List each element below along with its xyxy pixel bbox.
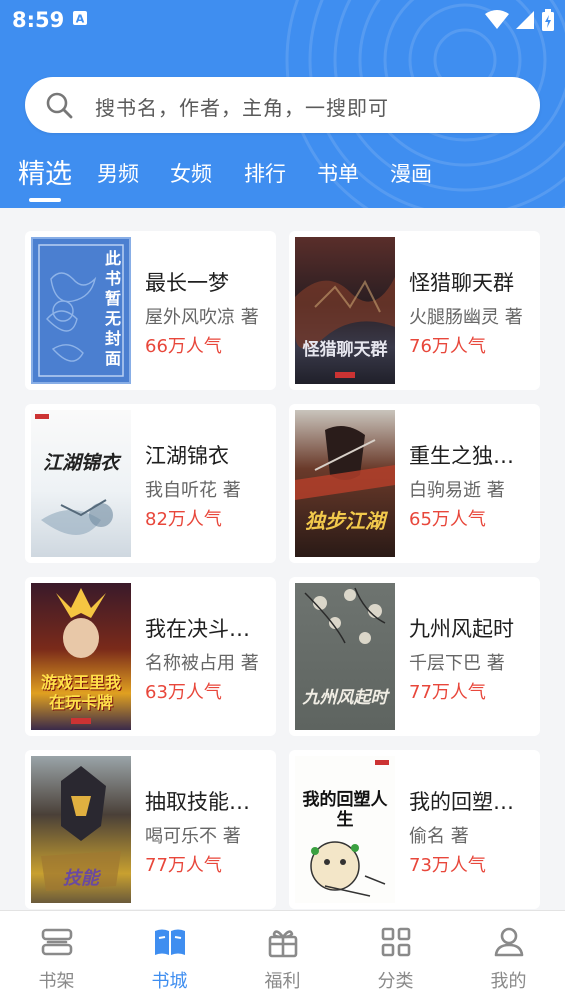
cover-title: 独步江湖: [305, 509, 385, 533]
book-card[interactable]: 我的回塑人生 我的回塑人… 偷名 著 73万人气: [289, 750, 540, 909]
battery-icon: [542, 9, 554, 31]
status-time: 8:59: [12, 8, 65, 32]
book-author: 屋外风吹凉 著: [145, 307, 259, 328]
grid-icon: [381, 927, 411, 957]
cover-title: 此书暂无封面: [105, 249, 122, 368]
cover-art: [35, 414, 113, 535]
wifi-icon: [485, 10, 509, 29]
book-popularity: 76万人气: [409, 336, 486, 357]
bookshelf-icon: [41, 928, 73, 956]
tab-comics[interactable]: 漫画: [390, 158, 432, 188]
cover-art: [295, 277, 395, 378]
search-bar[interactable]: 搜书名，作者，主角，一搜即可: [25, 77, 540, 133]
nav-welfare[interactable]: 福利: [226, 911, 339, 1005]
cover-title: 怪猎聊天群: [302, 340, 388, 360]
book-popularity: 77万人气: [145, 855, 222, 876]
book-grid: 此书暂无封面 最长一梦 屋外风吹凉 著 66万人气 怪猎聊天群 怪猎聊天群 火腿…: [0, 208, 565, 910]
nav-profile[interactable]: 我的: [452, 911, 565, 1005]
book-cover: 怪猎聊天群: [295, 237, 395, 384]
book-card[interactable]: 江湖锦衣 江湖锦衣 我自听花 著 82万人气: [25, 404, 276, 563]
book-title: 九州风起时: [409, 617, 514, 641]
book-card[interactable]: 独步江湖 重生之独步… 白驹易逝 著 65万人气: [289, 404, 540, 563]
book-cover: 独步江湖: [295, 410, 395, 557]
book-cover: 此书暂无封面: [31, 237, 131, 384]
bottom-nav: 书架 书城 福利 分类 我的: [0, 910, 565, 1005]
book-open-icon: [155, 929, 185, 955]
search-placeholder[interactable]: 搜书名，作者，主角，一搜即可: [95, 92, 389, 121]
status-bar: 8:59 A: [0, 0, 565, 40]
book-title: 我在决斗都…: [145, 617, 269, 641]
book-title: 最长一梦: [145, 271, 229, 295]
book-title: 抽取技能，…: [145, 790, 269, 814]
cover-art: [295, 426, 395, 500]
book-author: 喝可乐不 著: [145, 826, 241, 847]
book-author: 千层下巴 著: [409, 653, 505, 674]
book-author: 白驹易逝 著: [409, 480, 505, 501]
book-cover: 游戏王里我在玩卡牌: [31, 583, 131, 730]
cover-title: 我的回塑人生: [302, 790, 388, 830]
book-title: 重生之独步…: [409, 444, 533, 468]
nav-label: 我的: [490, 971, 527, 992]
cover-title: 江湖锦衣: [42, 452, 119, 474]
tab-ranking[interactable]: 排行: [244, 158, 286, 188]
gift-icon: [268, 930, 298, 958]
sim-icon: A: [73, 11, 87, 26]
book-popularity: 63万人气: [145, 682, 222, 703]
tab-indicator: [29, 198, 61, 202]
user-icon: [494, 927, 524, 957]
book-title: 江湖锦衣: [145, 444, 229, 468]
book-cover: 九州风起时: [295, 583, 395, 730]
cover-title: 游戏王里我在玩卡牌: [40, 673, 121, 712]
book-card[interactable]: 此书暂无封面 最长一梦 屋外风吹凉 著 66万人气: [25, 231, 276, 390]
cover-title: 九州风起时: [302, 688, 388, 708]
book-card[interactable]: 技能 抽取技能，… 喝可乐不 著 77万人气: [25, 750, 276, 909]
book-popularity: 77万人气: [409, 682, 486, 703]
tab-featured[interactable]: 精选: [18, 152, 72, 191]
nav-label: 书架: [38, 971, 75, 992]
nav-bookstore[interactable]: 书城: [113, 911, 226, 1005]
signal-icon: [516, 11, 534, 29]
cover-title: 技能: [63, 868, 99, 889]
nav-bookshelf[interactable]: 书架: [0, 911, 113, 1005]
svg-text:A: A: [76, 13, 85, 26]
tab-male[interactable]: 男频: [97, 158, 139, 188]
category-tabs: 精选 男频 女频 排行 书单 漫画: [0, 150, 565, 208]
book-author: 偷名 著: [409, 826, 469, 847]
header: 8:59 A 搜书名，作者，主角，一搜即可 精选 男频 女频 排行 书单 漫画: [0, 0, 565, 208]
book-title: 我的回塑人…: [409, 790, 533, 814]
book-popularity: 66万人气: [145, 336, 222, 357]
book-popularity: 82万人气: [145, 509, 222, 530]
book-cover: 我的回塑人生: [295, 756, 395, 903]
nav-label: 分类: [377, 971, 414, 992]
tab-booklist[interactable]: 书单: [317, 158, 359, 188]
book-title: 怪猎聊天群: [409, 271, 514, 295]
book-popularity: 65万人气: [409, 509, 486, 530]
book-card[interactable]: 怪猎聊天群 怪猎聊天群 火腿肠幽灵 著 76万人气: [289, 231, 540, 390]
book-author: 火腿肠幽灵 著: [409, 307, 523, 328]
book-author: 我自听花 著: [145, 480, 241, 501]
nav-category[interactable]: 分类: [339, 911, 452, 1005]
book-author: 名称被占用 著: [145, 653, 259, 674]
nav-label: 书城: [151, 971, 188, 992]
book-card[interactable]: 九州风起时 九州风起时 千层下巴 著 77万人气: [289, 577, 540, 736]
search-icon: [46, 92, 73, 119]
book-popularity: 73万人气: [409, 855, 486, 876]
nav-label: 福利: [264, 971, 301, 992]
tab-female[interactable]: 女频: [170, 158, 212, 188]
book-card[interactable]: 游戏王里我在玩卡牌 我在决斗都… 名称被占用 著 63万人气: [25, 577, 276, 736]
book-cover: 技能: [31, 756, 131, 903]
book-cover: 江湖锦衣: [31, 410, 131, 557]
